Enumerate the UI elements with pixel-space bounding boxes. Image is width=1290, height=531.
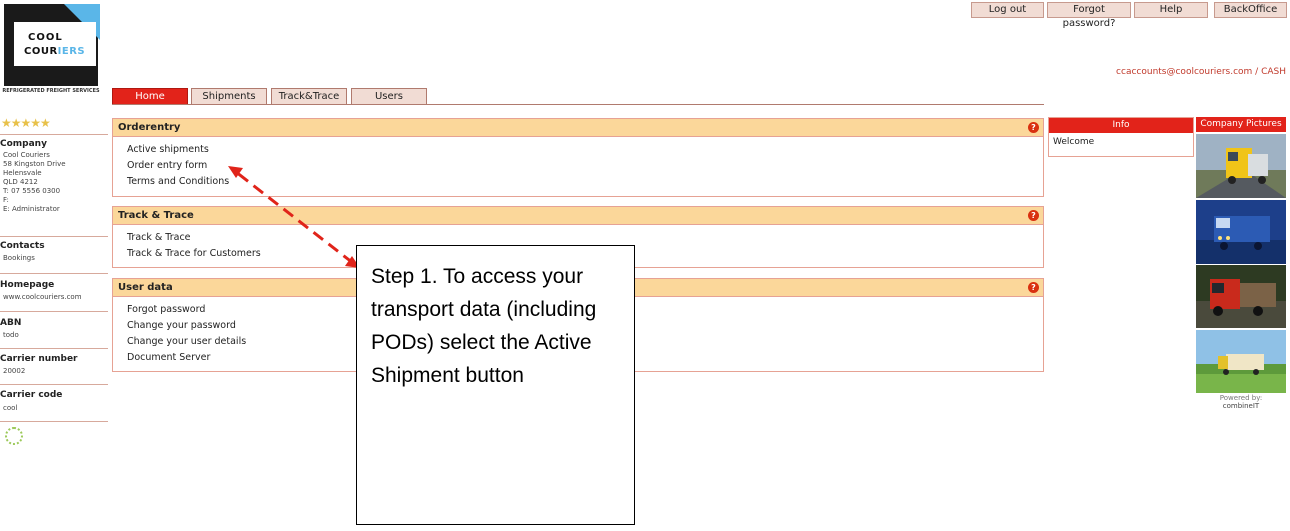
callout-arrow: [228, 166, 360, 268]
instruction-text: Step 1. To access your transport data (i…: [371, 265, 597, 387]
instruction-callout: Step 1. To access your transport data (i…: [356, 245, 635, 525]
